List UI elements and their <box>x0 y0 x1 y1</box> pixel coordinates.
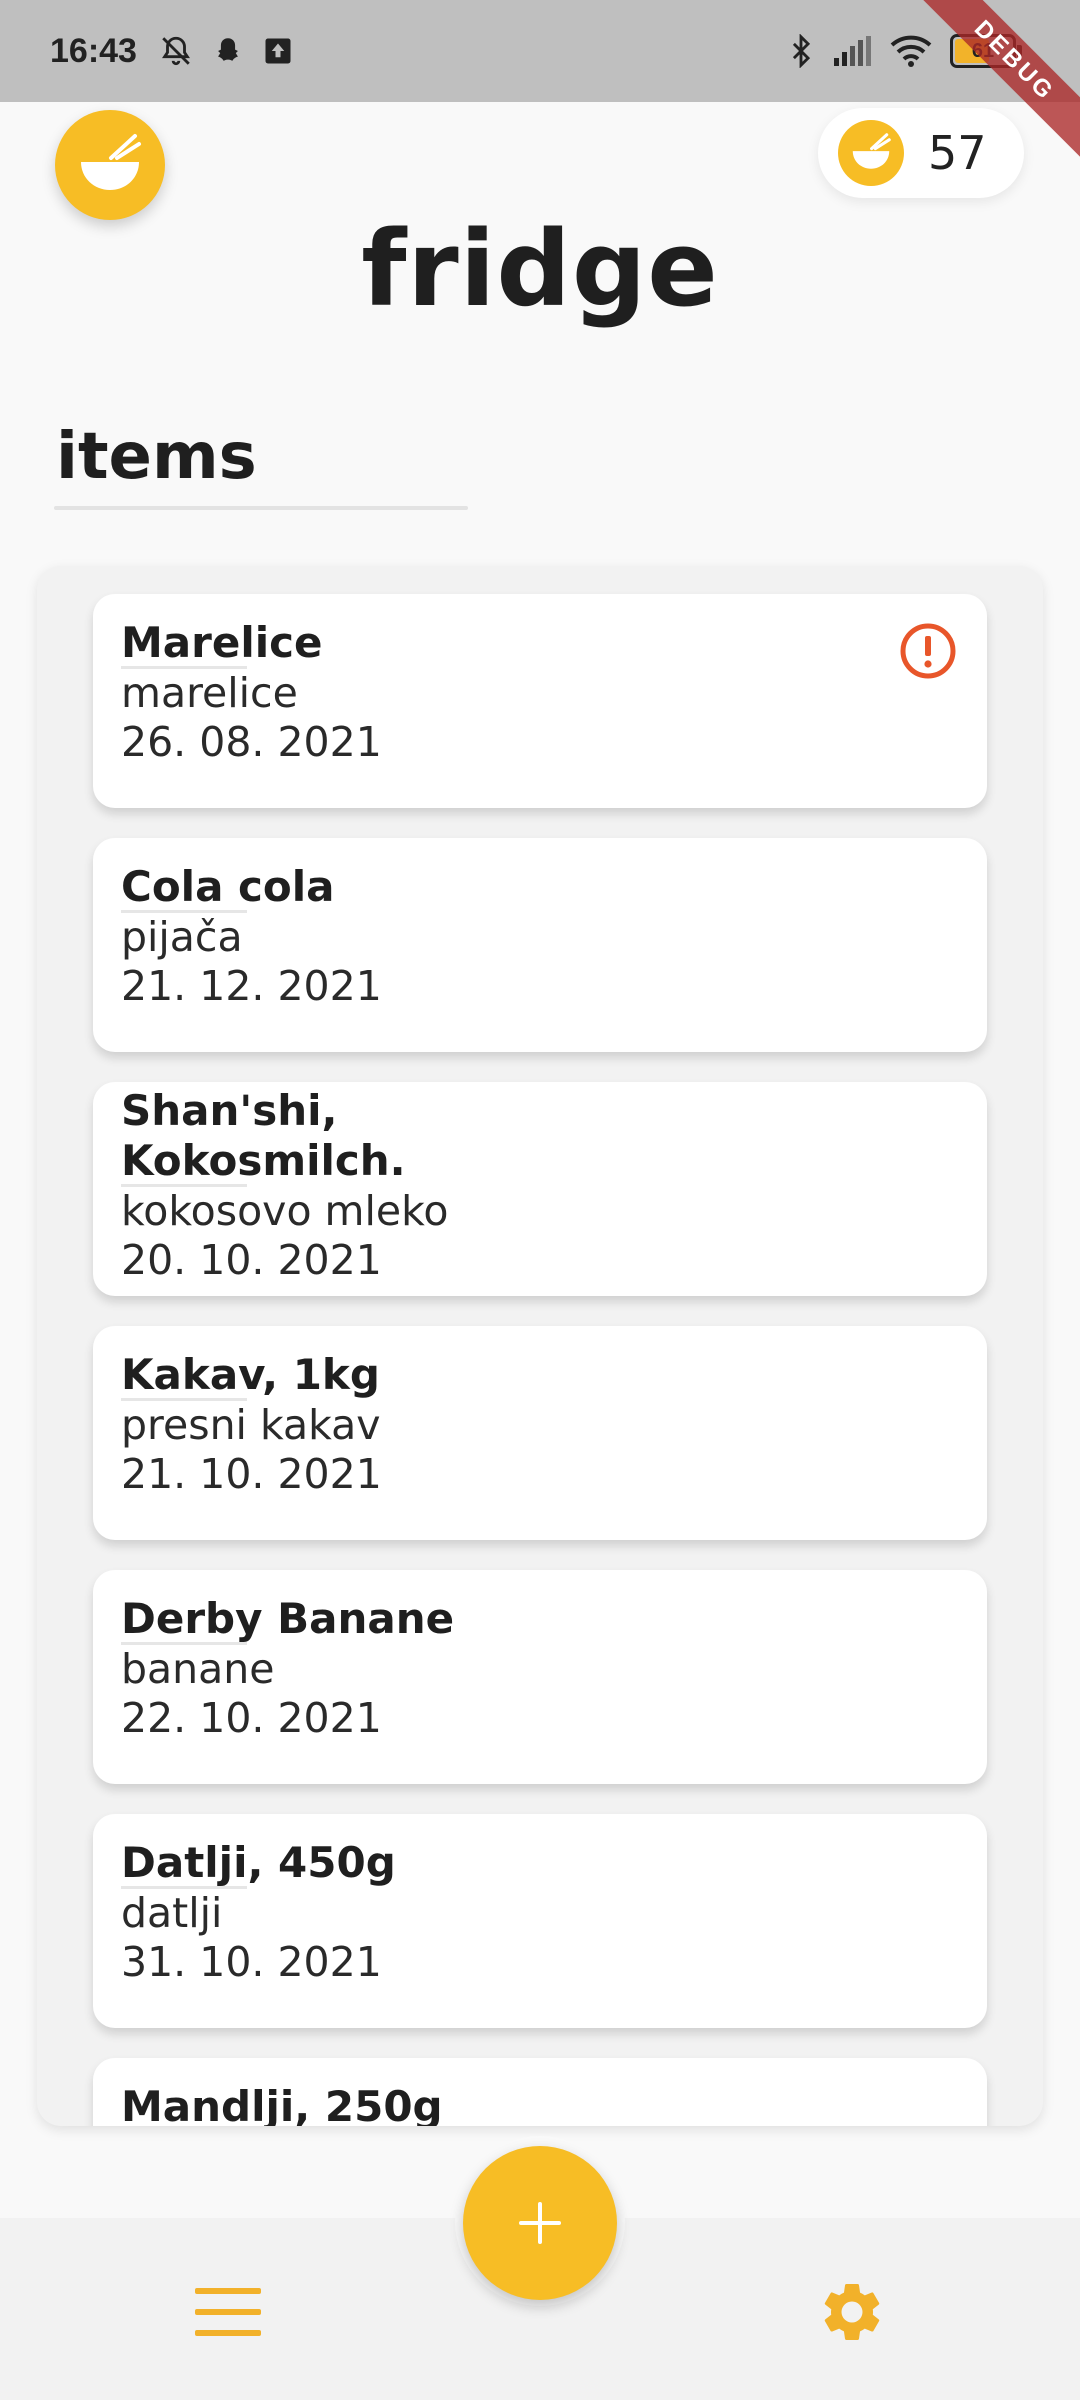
item-name: Mandlji, 250g <box>121 2082 443 2126</box>
plus-icon <box>519 2202 561 2244</box>
item-name: Datlji, 450g <box>121 1838 396 1887</box>
item-category: presni kakav <box>121 1401 381 1449</box>
item-card[interactable]: Cola cola pijača 21. 12. 2021 <box>93 838 987 1052</box>
bowl-chopsticks-icon <box>838 120 904 186</box>
item-card[interactable]: Shan'shi, Kokosmilch. kokosovo mleko 20.… <box>93 1082 987 1296</box>
item-category: datlji <box>121 1889 223 1937</box>
item-date: 26. 08. 2021 <box>121 718 382 766</box>
item-category: pijača <box>121 913 243 961</box>
item-category: kokosovo mleko <box>121 1187 449 1235</box>
item-card[interactable]: Mandlji, 250g <box>93 2058 987 2126</box>
section-underline <box>54 506 468 510</box>
bluetooth-icon <box>788 34 814 68</box>
coin-count: 57 <box>928 126 987 180</box>
status-bar: 16:43 61 <box>0 0 1080 102</box>
status-time: 16:43 <box>50 31 137 70</box>
settings-button[interactable] <box>812 2272 892 2352</box>
menu-button[interactable] <box>190 2282 266 2342</box>
page-title: fridge <box>361 208 719 330</box>
snapchat-icon <box>211 34 245 68</box>
logo-button[interactable] <box>55 110 165 220</box>
item-name: Kakav, 1kg <box>121 1350 380 1399</box>
notifications-off-icon <box>159 34 193 68</box>
item-card[interactable]: Kakav, 1kg presni kakav 21. 10. 2021 <box>93 1326 987 1540</box>
item-name: Marelice <box>121 618 323 667</box>
add-item-button[interactable] <box>463 2146 617 2300</box>
item-name: Derby Banane <box>121 1594 455 1643</box>
item-date: 21. 10. 2021 <box>121 1450 382 1498</box>
item-category: banane <box>121 1645 275 1693</box>
wifi-icon <box>890 35 932 67</box>
gear-icon <box>824 2284 880 2340</box>
item-card[interactable]: Derby Banane banane 22. 10. 2021 <box>93 1570 987 1784</box>
items-list[interactable]: Marelice marelice 26. 08. 2021 Cola cola… <box>37 566 1043 2126</box>
item-name: Cola cola <box>121 862 335 911</box>
item-category: marelice <box>121 669 298 717</box>
section-title: items <box>56 420 257 494</box>
item-card[interactable]: Datlji, 450g datlji 31. 10. 2021 <box>93 1814 987 2028</box>
upload-icon <box>263 36 293 66</box>
signal-icon <box>832 36 872 66</box>
item-date: 22. 10. 2021 <box>121 1694 382 1742</box>
coin-balance[interactable]: 57 <box>818 108 1024 198</box>
status-icons-left <box>159 34 293 68</box>
item-name: Shan'shi, Kokosmilch. <box>121 1086 406 1185</box>
bowl-chopsticks-icon <box>81 134 141 190</box>
item-date: 21. 12. 2021 <box>121 962 382 1010</box>
alert-icon[interactable] <box>899 622 957 680</box>
item-card[interactable]: Marelice marelice 26. 08. 2021 <box>93 594 987 808</box>
item-date: 31. 10. 2021 <box>121 1938 382 1986</box>
menu-icon <box>195 2288 261 2336</box>
item-date: 20. 10. 2021 <box>121 1236 382 1284</box>
